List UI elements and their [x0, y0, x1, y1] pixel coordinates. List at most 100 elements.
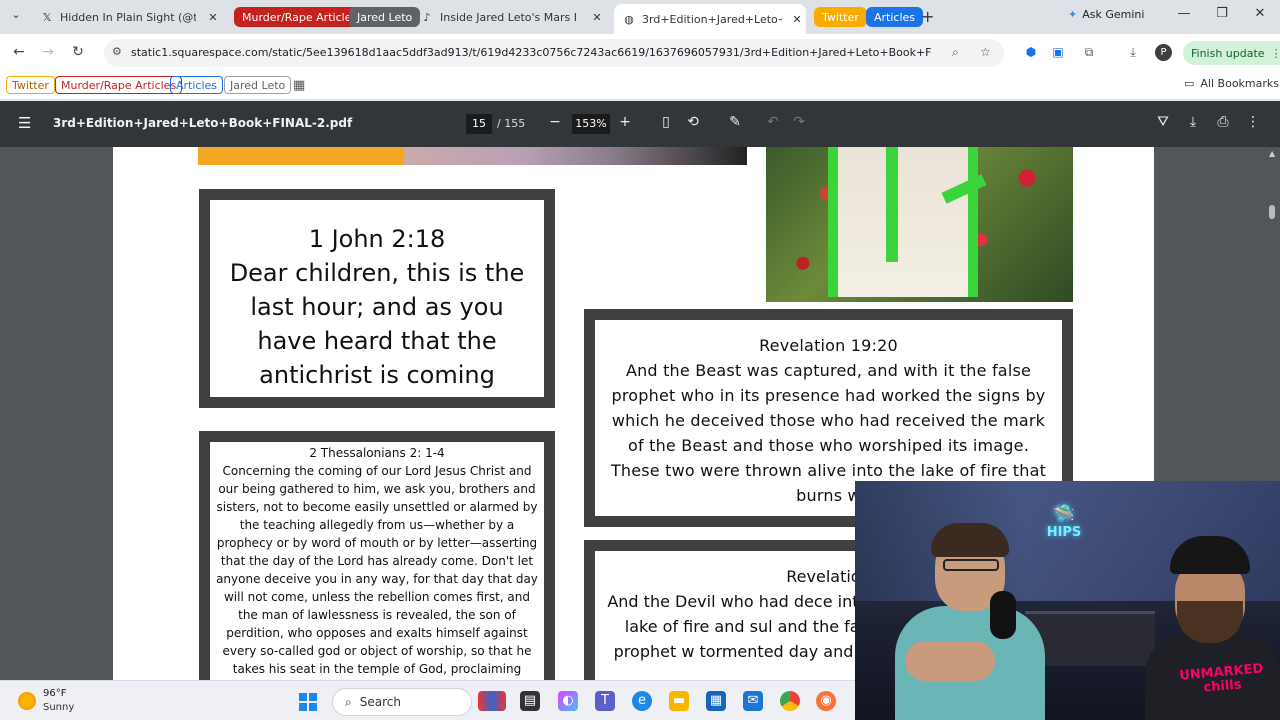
webcam-overlay: 🛸 HIPS UNMARKED chills	[855, 481, 1280, 720]
new-tab-button[interactable]: +	[921, 7, 937, 26]
glasses	[943, 559, 999, 571]
extension-icon[interactable]: ⬢	[1023, 45, 1039, 61]
tab-groups-grid-icon[interactable]: ▦	[288, 76, 310, 94]
print-icon[interactable]: ⎙	[1213, 114, 1233, 130]
pdf-more-icon[interactable]: ⋮	[1243, 114, 1263, 130]
window-close-button[interactable]: ✕	[1250, 6, 1270, 21]
tiktok-icon: ♪	[423, 10, 431, 24]
windows-taskbar: 96°F Sunny ⌕ Search ▤ ◐ T e ▬ ▦ ✉ ◉	[0, 680, 855, 720]
url-text[interactable]: static1.squarespace.com/static/5ee139618…	[131, 46, 931, 59]
microphone	[990, 591, 1016, 639]
streamer-right-cap	[1170, 536, 1250, 574]
finish-update-button[interactable]: Finish update ⋮	[1183, 41, 1280, 65]
close-icon[interactable]: ✕	[790, 13, 804, 26]
tab-search-icon[interactable]: ⌄	[6, 8, 26, 26]
download-icon[interactable]: ⤓	[1125, 45, 1141, 61]
all-bookmarks-label: All Bookmarks	[1200, 77, 1279, 90]
tab-group-murder-rape-articles[interactable]: Murder/Rape Articles	[234, 7, 366, 27]
forward-button[interactable]: →	[38, 44, 58, 60]
pdf-download-icon[interactable]: ⤓	[1183, 114, 1203, 130]
zoom-in-button[interactable]: +	[615, 114, 635, 130]
verse-reference: Revelation 19:20	[759, 336, 898, 355]
mail-icon[interactable]: ✉	[743, 691, 763, 711]
pdf-toolbar: ☰ 3rd+Edition+Jared+Leto+Book+FINAL-2.pd…	[0, 101, 1280, 147]
scroll-up-arrow-icon[interactable]: ▲	[1269, 149, 1275, 158]
bookmark-jared-leto[interactable]: Jared Leto	[224, 76, 292, 94]
page-total: / 155	[497, 117, 526, 130]
store-icon[interactable]: ▦	[706, 691, 726, 711]
fit-page-icon[interactable]: ▯	[656, 114, 676, 130]
pdf-sidebar-menu-icon[interactable]: ☰	[18, 114, 31, 132]
bookmark-articles[interactable]: Articles	[170, 76, 224, 94]
site-info-icon[interactable]: ⚙	[112, 45, 122, 58]
reload-button[interactable]: ↻	[68, 44, 88, 60]
page-image-fragment	[198, 147, 404, 165]
tab-group-jared-leto[interactable]: Jared Leto	[349, 7, 421, 27]
all-bookmarks-button[interactable]: ▭ All Bookmarks	[1184, 77, 1279, 90]
bookmark-murder-rape-articles[interactable]: Murder/Rape Articles	[55, 76, 183, 94]
chrome-icon[interactable]	[780, 691, 800, 711]
zoom-level-input[interactable]: 153%	[572, 114, 610, 134]
profile-avatar[interactable]: P	[1155, 44, 1172, 61]
windows-start-icon[interactable]	[299, 693, 317, 711]
bookmarks-bar: Twitter Murder/Rape Articles Articles Ja…	[0, 72, 1280, 100]
file-explorer-icon[interactable]: ▤	[520, 691, 540, 711]
tab-title: 3rd+Edition+Jared+Leto+Book	[642, 12, 782, 26]
verse-reference: 2 Thessalonians 2: 1-4	[309, 446, 445, 460]
verse-reference: 1 John 2:18	[308, 225, 446, 253]
zoom-magnifier-icon[interactable]: ⌕	[952, 45, 959, 60]
finish-update-label: Finish update	[1191, 46, 1265, 60]
weather-condition[interactable]: Sunny	[43, 702, 74, 713]
tab-hidden-in-plain-sight[interactable]: 𝕏 Hidden In Plain Sight (@thehid ✕	[40, 6, 222, 28]
rotate-icon[interactable]: ⟲	[683, 114, 703, 130]
tab-inside-jared-letos-mars-island[interactable]: ♪ Inside Jared Leto's Mars Island ✕	[420, 6, 606, 28]
undo-icon[interactable]: ↶	[763, 114, 783, 130]
close-icon[interactable]: ✕	[206, 11, 220, 24]
tab-group-articles[interactable]: Articles	[866, 7, 924, 27]
page-number-input[interactable]: 15	[466, 114, 492, 134]
maximize-button[interactable]: ❐	[1212, 6, 1232, 21]
ufo-icon: 🛸	[1052, 504, 1076, 525]
tab-jared-leto-book-pdf[interactable]: ◍ 3rd+Edition+Jared+Leto+Book ✕	[614, 4, 806, 34]
teams-icon[interactable]: T	[595, 691, 615, 711]
gemini-sparkle-icon: ✦	[1068, 8, 1078, 21]
edge-browser-icon[interactable]: e	[632, 691, 652, 711]
address-bar[interactable]: ⚙ static1.squarespace.com/static/5ee1396…	[104, 39, 1004, 67]
extension-icon[interactable]: ▣	[1050, 45, 1066, 61]
annotate-pen-icon[interactable]: ✎	[725, 114, 745, 130]
page-image-fragment	[404, 147, 747, 165]
streamer-left	[895, 521, 1045, 720]
taskbar-search-label: Search	[359, 695, 401, 709]
photo-green-suit-flowers	[766, 147, 1073, 302]
bookmark-twitter[interactable]: Twitter	[6, 76, 55, 94]
back-button[interactable]: ←	[9, 44, 29, 60]
zoom-out-button[interactable]: −	[545, 114, 565, 130]
close-icon[interactable]: ✕	[590, 11, 604, 24]
minimize-button[interactable]: —	[1174, 6, 1194, 21]
x-logo-icon: 𝕏	[42, 10, 52, 24]
scroll-thumb[interactable]	[1269, 205, 1275, 219]
folder-icon: ▭	[1184, 77, 1195, 90]
drive-save-icon[interactable]: ⛛	[1153, 114, 1173, 130]
folder-icon[interactable]: ▬	[669, 691, 689, 711]
ask-gemini-button[interactable]: ✦ Ask Gemini	[1068, 8, 1144, 21]
verse-box-1-john: 1 John 2:18 Dear children, this is the l…	[199, 189, 555, 408]
weather-temperature[interactable]: 96°F	[43, 688, 66, 699]
widget-app-icon[interactable]	[478, 691, 506, 711]
suit-stripe	[886, 147, 898, 262]
verse-text: Dear children, this is the last hour; an…	[229, 259, 525, 389]
copilot-icon[interactable]: ◐	[558, 691, 578, 711]
bookmark-star-icon[interactable]: ☆	[980, 45, 991, 59]
extensions-puzzle-icon[interactable]: ⧉	[1081, 45, 1097, 61]
streamer-left-hair	[931, 523, 1009, 557]
weather-sun-icon[interactable]	[18, 692, 36, 710]
firefox-icon[interactable]: ◉	[816, 691, 836, 711]
browser-toolbar: ← → ↻ ⚙ static1.squarespace.com/static/5…	[0, 34, 1280, 72]
redo-icon[interactable]: ↷	[789, 114, 809, 130]
tab-group-twitter[interactable]: Twitter	[814, 7, 867, 27]
suit-figure	[828, 147, 978, 297]
streamer-left-arm	[905, 641, 995, 681]
tab-title: Hidden In Plain Sight (@thehid	[60, 10, 196, 24]
taskbar-search[interactable]: ⌕ Search	[332, 688, 472, 716]
neon-sign: 🛸 HIPS	[1040, 504, 1088, 540]
